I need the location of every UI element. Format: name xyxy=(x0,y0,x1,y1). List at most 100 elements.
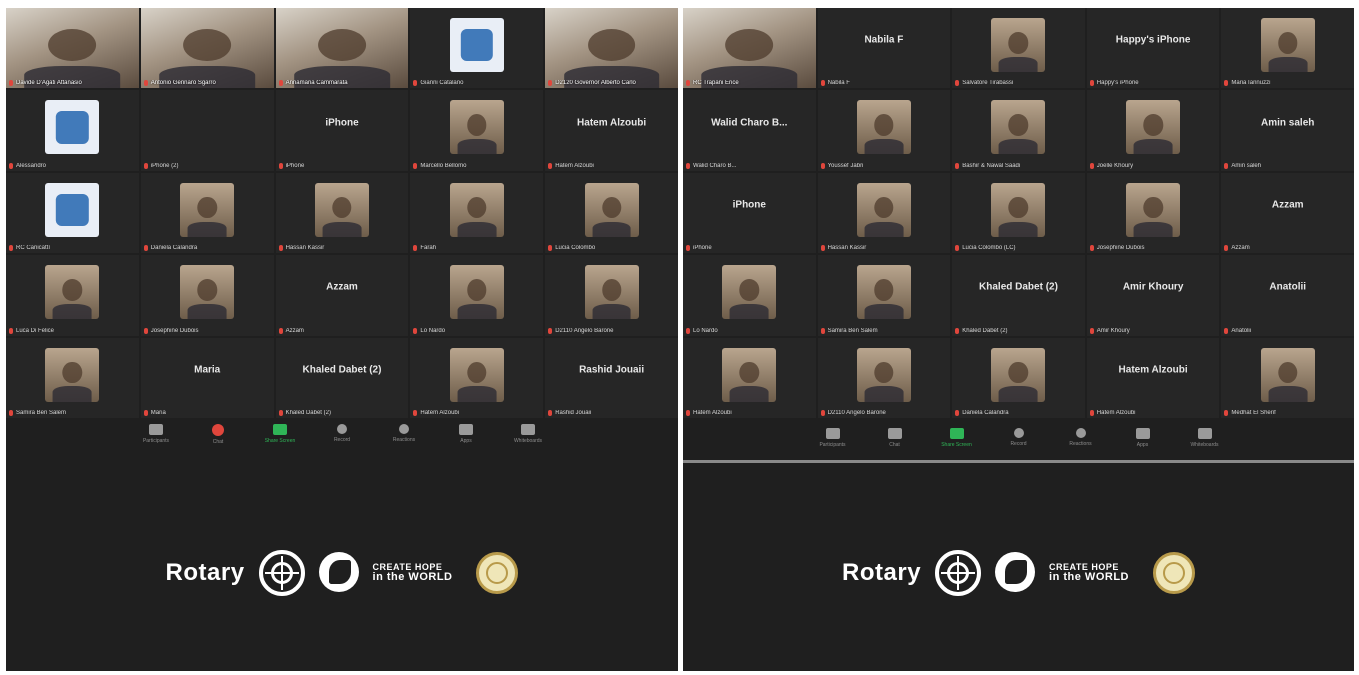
participant-tile[interactable]: iPhone (2) xyxy=(140,90,274,171)
create-hope-logo-icon xyxy=(995,550,1036,596)
participant-tile[interactable]: RC Trapani Erice xyxy=(683,8,816,89)
participant-name-label: Happy's iPhone xyxy=(1089,80,1217,87)
participant-tile[interactable]: Youssef Jabri xyxy=(817,90,951,171)
participant-name-label: Hatem Alzoubi xyxy=(686,410,813,416)
participant-name-text: Amir Khoury xyxy=(1096,327,1130,334)
participant-tile[interactable]: iPhone iPhone xyxy=(275,90,409,171)
toolbar-record-button[interactable]: Record xyxy=(998,428,1040,447)
participant-name-text: Farah xyxy=(420,245,437,252)
toolbar-label: Whiteboards xyxy=(1190,442,1219,448)
participant-tile[interactable]: Hatem Alzoubi xyxy=(683,337,816,418)
toolbar-chat-button[interactable]: Chat xyxy=(874,428,916,448)
participant-tile[interactable]: Lucia Colombo (LC) xyxy=(952,172,1085,254)
muted-mic-icon xyxy=(686,410,690,416)
participant-name-text: Hatem Alzoubi xyxy=(555,162,594,169)
toolbar-reactions-button[interactable]: Reactions xyxy=(383,424,425,443)
participant-tile[interactable]: iPhone iPhone xyxy=(683,172,816,254)
participant-tile[interactable]: Samira Ben Salem xyxy=(817,255,951,336)
toolbar-apps-button[interactable]: Apps xyxy=(1122,428,1164,448)
toolbar-participants-button[interactable]: Participants xyxy=(812,428,854,448)
participant-tile[interactable]: Amir Khoury Amir Khoury xyxy=(1086,255,1220,336)
toolbar-whiteboards-button[interactable]: Whiteboards xyxy=(1184,428,1226,448)
participant-tile[interactable]: Nabila F Nabila F xyxy=(817,8,951,89)
muted-mic-icon xyxy=(955,245,960,252)
muted-mic-icon xyxy=(413,410,418,416)
toolbar-apps-button[interactable]: Apps xyxy=(445,424,487,444)
participant-name-label: Khaled Dabet (2) xyxy=(955,327,1082,334)
participant-tile[interactable]: Marcello Bellomo xyxy=(410,90,544,171)
muted-mic-icon xyxy=(1089,327,1094,334)
participant-logo xyxy=(45,182,100,237)
participant-tile[interactable]: Medhat El Sherif xyxy=(1221,337,1354,418)
participant-tile[interactable]: Annamaria Cammarata xyxy=(275,8,409,89)
participant-name-text: RC Canicattì xyxy=(16,245,51,252)
apps-icon xyxy=(1135,428,1150,439)
toolbar-whiteboards-button[interactable]: Whiteboards xyxy=(507,424,549,444)
participant-video xyxy=(1260,17,1315,72)
participant-tile[interactable]: Hatem Alzoubi Hatem Alzoubi xyxy=(545,90,678,171)
participant-video xyxy=(45,347,100,402)
participant-tile[interactable]: Maria Maria xyxy=(140,337,274,418)
toolbar-participants-button[interactable]: Participants xyxy=(135,424,177,444)
participant-video xyxy=(545,8,678,89)
participant-tile[interactable]: Rashid Jouaii Rashid Jouaii xyxy=(545,337,678,418)
muted-mic-icon xyxy=(548,80,553,87)
participant-display-name: Khaled Dabet (2) xyxy=(979,281,1058,293)
participant-tile[interactable]: Farah xyxy=(410,172,544,254)
participant-tile[interactable]: Samira Ben Salem xyxy=(6,337,139,418)
participant-tile[interactable]: Maria Iannuzzi xyxy=(1221,8,1354,89)
participant-tile[interactable]: Amin saleh Amin saleh xyxy=(1221,90,1354,171)
participant-tile[interactable]: Bashir & Nawal Saadi xyxy=(952,90,1085,171)
toolbar-record-button[interactable]: Record xyxy=(321,424,363,443)
participant-name-text: Amin saleh xyxy=(1231,162,1262,169)
toolbar-reactions-button[interactable]: Reactions xyxy=(1060,428,1102,447)
participant-tile[interactable]: Salvatore Tirabassi xyxy=(952,8,1085,89)
participant-video xyxy=(180,182,235,237)
participant-tile[interactable]: Anatolii Anatolii xyxy=(1221,255,1354,336)
participant-tile[interactable]: Hassan Kassir xyxy=(275,172,409,254)
participant-tile[interactable]: Daniela Calandra xyxy=(952,337,1085,418)
participant-video xyxy=(856,100,911,155)
participant-tile[interactable]: Alessandro xyxy=(6,90,139,171)
create-hope-text: CREATE HOPE in the WORLD xyxy=(1049,561,1129,583)
participant-tile[interactable]: Daniela Calandra xyxy=(140,172,274,254)
participant-tile[interactable]: Josephine Dubois xyxy=(140,255,274,336)
participant-tile[interactable]: Josephine Dubois xyxy=(1086,172,1220,254)
participant-tile[interactable]: D2110 Angelo Barone xyxy=(817,337,951,418)
toolbar-share-screen-button[interactable]: Share Screen xyxy=(936,428,978,448)
participant-tile[interactable]: Luca Di Felice xyxy=(6,255,139,336)
participant-tile[interactable]: Khaled Dabet (2) Khaled Dabet (2) xyxy=(952,255,1085,336)
participant-tile[interactable]: Antonio Gennaro Sgarro xyxy=(140,8,274,89)
participant-tile[interactable]: Hatem Alzoubi Hatem Alzoubi xyxy=(1086,337,1220,418)
participant-tile[interactable]: Davide D'Agati Attanasio xyxy=(6,8,139,89)
participant-tile[interactable]: RC Canicattì xyxy=(6,172,139,254)
toolbar-chat-button[interactable]: Chat xyxy=(197,424,239,445)
participant-name-label: Alessandro xyxy=(9,162,136,169)
participant-tile[interactable]: Gianni Catalano xyxy=(410,8,544,89)
muted-mic-icon xyxy=(1089,410,1094,416)
participant-tile[interactable]: Hassan Kassir xyxy=(817,172,951,254)
muted-mic-icon xyxy=(686,80,690,87)
muted-mic-icon xyxy=(143,80,148,87)
participant-tile[interactable]: Azzam Azzam xyxy=(1221,172,1354,254)
participant-name-text: Hatem Alzoubi xyxy=(693,410,732,416)
participant-tile[interactable]: Lo Nardo xyxy=(683,255,816,336)
participant-tile[interactable]: Joelle Khoury xyxy=(1086,90,1220,171)
participant-display-name: iPhone xyxy=(325,117,359,129)
chat-icon xyxy=(887,428,902,439)
participant-tile[interactable]: D2120 Governor Alberto Carlo xyxy=(545,8,678,89)
participant-tile[interactable]: Walid Charo B... Walid Charo B... xyxy=(683,90,816,171)
toolbar-share-screen-button[interactable]: Share Screen xyxy=(259,424,301,444)
participant-tile[interactable]: Khaled Dabet (2) Khaled Dabet (2) xyxy=(275,337,409,418)
participant-tile[interactable]: Azzam Azzam xyxy=(275,255,409,336)
participant-tile[interactable]: Hatem Alzoubi xyxy=(410,337,544,418)
participant-display-name: Maria xyxy=(194,364,221,376)
participant-name-text: Antonio Gennaro Sgarro xyxy=(150,80,216,87)
participant-name-label: Khaled Dabet (2) xyxy=(278,410,406,416)
participant-tile[interactable]: Lucia Colombo xyxy=(545,172,678,254)
participant-name-label: Hatem Alzoubi xyxy=(1089,410,1217,416)
participant-tile[interactable]: Lo Nardo xyxy=(410,255,544,336)
participant-name-text: Lucia Colombo xyxy=(555,245,596,252)
participant-tile[interactable]: Happy's iPhone Happy's iPhone xyxy=(1086,8,1220,89)
participant-tile[interactable]: D2110 Angelo Barone xyxy=(545,255,678,336)
